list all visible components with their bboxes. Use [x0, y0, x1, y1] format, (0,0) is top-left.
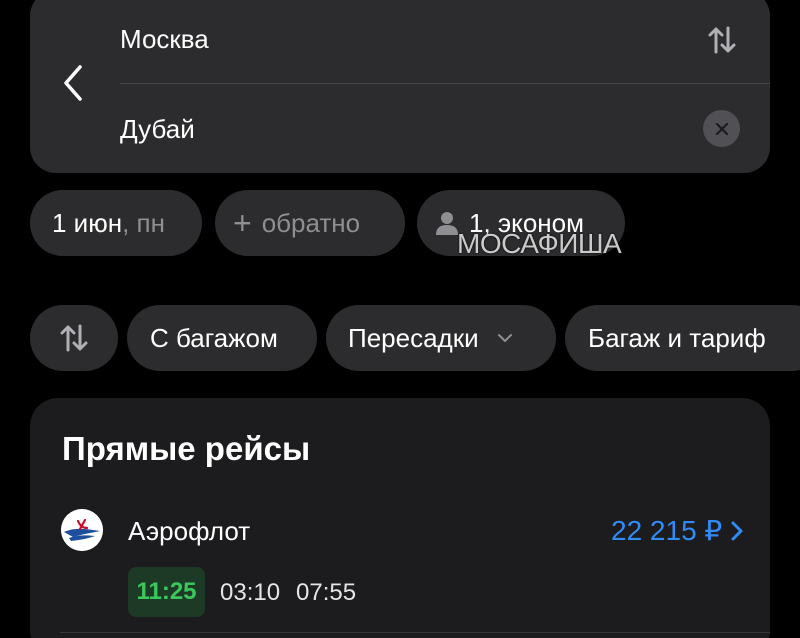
swap-vertical-icon — [708, 26, 736, 54]
filter-tariff-label: Багаж и тариф — [588, 322, 766, 353]
route-divider — [120, 83, 770, 84]
sort-icon — [60, 324, 88, 352]
filter-baggage[interactable]: С багажом — [127, 305, 317, 371]
chevron-down-icon — [497, 334, 512, 342]
person-icon — [436, 212, 458, 235]
filter-baggage-label: С багажом — [150, 322, 278, 353]
airline-name: Аэрофлот — [128, 516, 251, 546]
plus-icon: + — [233, 204, 252, 241]
aeroflot-logo — [61, 509, 103, 551]
date-weekday: , пн — [122, 207, 165, 238]
return-date-pill[interactable]: + обратно — [215, 190, 405, 256]
sort-button[interactable] — [30, 305, 118, 371]
flight-price: 22 215 ₽ — [611, 515, 723, 546]
chevron-left-icon — [64, 65, 82, 101]
date-pill[interactable]: 1 июн, пн — [30, 190, 202, 256]
watermark: МОСАФИША — [457, 228, 622, 259]
departure-time-option[interactable]: 07:55 — [296, 579, 356, 607]
back-button[interactable] — [55, 60, 91, 106]
flight-search-screen: Москва Дубай 1 июн, пн + обратно 1, экон… — [0, 0, 800, 638]
origin-field[interactable]: Москва — [120, 24, 209, 55]
filter-transfers-label: Пересадки — [348, 322, 479, 353]
clear-destination-button[interactable] — [703, 110, 740, 147]
destination-field[interactable]: Дубай — [120, 114, 195, 145]
close-icon — [715, 122, 728, 135]
date-label: 1 июн — [52, 207, 123, 238]
departure-time-option[interactable]: 03:10 — [220, 579, 280, 607]
filter-tariff[interactable]: Багаж и тариф — [565, 305, 800, 371]
swap-route-button[interactable] — [702, 20, 742, 60]
chevron-right-icon — [731, 521, 743, 540]
section-title: Прямые рейсы — [62, 430, 311, 467]
return-label: обратно — [261, 207, 361, 238]
departure-time-chip[interactable]: 11:25 — [128, 567, 205, 617]
row-divider — [60, 632, 770, 633]
filter-transfers[interactable]: Пересадки — [326, 305, 556, 371]
flight-price-button[interactable]: 22 215 ₽ — [611, 514, 744, 547]
